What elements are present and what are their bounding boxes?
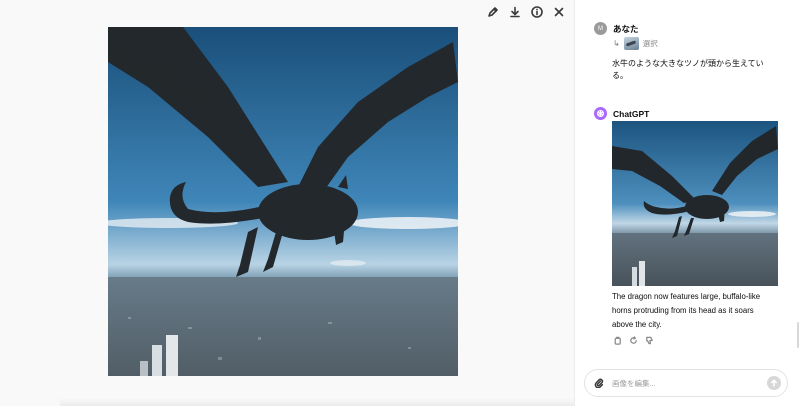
composer [584,369,788,397]
thumbs-down-button[interactable] [644,335,655,346]
selection-reference[interactable]: ↳ 選択 [613,37,658,50]
attach-button[interactable] [593,377,605,389]
assistant-message-text: The dragon now features large, buffalo-l… [612,292,761,329]
user-author-name: あなた [613,23,639,34]
assistant-message-header: ChatGPT [594,107,649,120]
user-message-header: M あなた [594,22,639,35]
image-viewer [0,0,580,406]
selection-label: 選択 [642,39,658,48]
close-button[interactable] [550,4,568,20]
edit-icon [488,7,498,17]
edit-image-input[interactable] [612,378,767,388]
download-icon [510,6,520,18]
panel-scrollbar[interactable] [797,322,799,348]
paperclip-icon [594,378,604,388]
send-button[interactable] [767,376,781,390]
user-avatar: M [594,22,607,35]
openai-logo-icon [596,109,605,118]
user-message-text: 水牛のような大きなツノが頭から生えている。 [612,59,764,80]
regenerate-button[interactable] [628,335,639,346]
info-button[interactable] [528,4,546,20]
reply-arrow-icon: ↳ [613,39,620,48]
copy-icon [614,336,621,345]
download-button[interactable] [506,4,524,20]
viewer-toolbar [484,4,568,20]
thumbs-down-icon [646,336,653,345]
arrow-up-icon [771,379,777,387]
copy-button[interactable] [612,335,623,346]
close-icon [554,7,564,17]
assistant-image-thumbnail[interactable] [612,121,778,286]
edit-button[interactable] [484,4,502,20]
info-icon [531,6,543,18]
viewer-bottom-shadow [60,398,580,406]
chatgpt-avatar [594,107,607,120]
assistant-author-name: ChatGPT [613,108,650,119]
selection-thumbnail [623,37,639,50]
regenerate-icon [630,336,637,344]
generated-dragon-image [108,27,458,376]
message-actions [612,335,655,346]
